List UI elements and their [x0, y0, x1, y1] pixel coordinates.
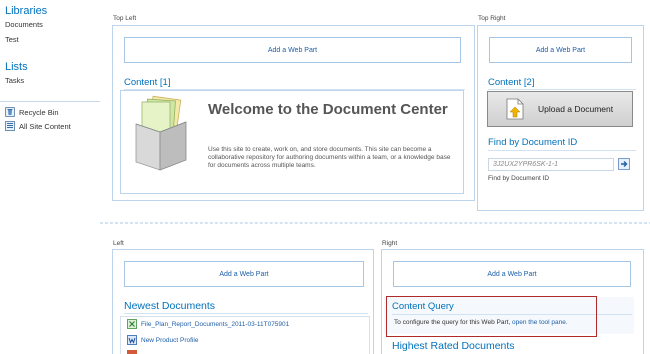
site-content-icon — [5, 121, 15, 131]
find-by-id-caption: Find by Document ID — [488, 175, 550, 182]
quick-launch-item-documents[interactable]: Documents — [5, 20, 43, 29]
quick-launch-item-test[interactable]: Test — [5, 35, 19, 44]
add-web-part-right[interactable]: Add a Web Part — [393, 261, 631, 287]
zone-label-top-left: Top Left — [113, 15, 137, 22]
upload-document-icon — [506, 98, 524, 120]
newest-documents-title[interactable]: Newest Documents — [124, 300, 215, 312]
upload-document-label: Upload a Document — [538, 104, 614, 114]
excel-file-icon — [127, 319, 137, 329]
all-site-content-link[interactable]: All Site Content — [5, 121, 71, 131]
document-link: New Product Profile — [141, 336, 199, 344]
find-by-document-id-title[interactable]: Find by Document ID — [488, 137, 577, 148]
upload-document-button[interactable]: Upload a Document — [487, 91, 633, 127]
add-web-part-left[interactable]: Add a Web Part — [124, 261, 364, 287]
content-2-divider — [488, 89, 636, 90]
word-file-icon — [127, 335, 137, 345]
add-web-part-top-left[interactable]: Add a Web Part — [124, 37, 461, 63]
find-by-id-divider — [488, 150, 636, 151]
content-2-title[interactable]: Content [2] — [488, 77, 534, 88]
welcome-body: Use this site to create, work on, and st… — [208, 146, 451, 169]
recycle-bin-icon — [5, 107, 15, 117]
next-file-icon — [127, 350, 137, 354]
list-item[interactable]: File_Plan_Report_Documents_2011-03-11T07… — [127, 319, 289, 329]
welcome-title: Welcome to the Document Center — [208, 101, 448, 118]
document-id-input[interactable]: 3J2UX2YPR6SK-1-1 — [488, 158, 614, 171]
find-document-go-icon[interactable] — [618, 158, 630, 170]
content-1-title[interactable]: Content [1] — [124, 77, 170, 88]
highest-rated-documents-title[interactable]: Highest Rated Documents — [392, 340, 515, 352]
newest-documents-divider — [124, 313, 368, 314]
document-link: File_Plan_Report_Documents_2011-03-11T07… — [141, 320, 290, 328]
document-center-illustration — [130, 94, 190, 172]
quick-launch-separator — [0, 101, 100, 102]
zone-label-top-right: Top Right — [478, 15, 506, 22]
quick-launch: Libraries Documents Test Lists Tasks Rec… — [0, 0, 100, 354]
add-web-part-top-right[interactable]: Add a Web Part — [489, 37, 632, 63]
zone-label-left: Left — [113, 240, 124, 247]
recycle-bin-link[interactable]: Recycle Bin — [5, 107, 59, 117]
lists-heading[interactable]: Lists — [5, 61, 28, 73]
all-site-content-label: All Site Content — [19, 121, 71, 131]
libraries-heading[interactable]: Libraries — [5, 5, 47, 17]
content-query-annotation-box — [386, 296, 597, 337]
recycle-bin-label: Recycle Bin — [19, 107, 59, 117]
zone-label-right: Right — [382, 240, 398, 247]
quick-launch-item-tasks[interactable]: Tasks — [5, 76, 24, 85]
list-item[interactable]: New Product Profile — [127, 335, 198, 345]
